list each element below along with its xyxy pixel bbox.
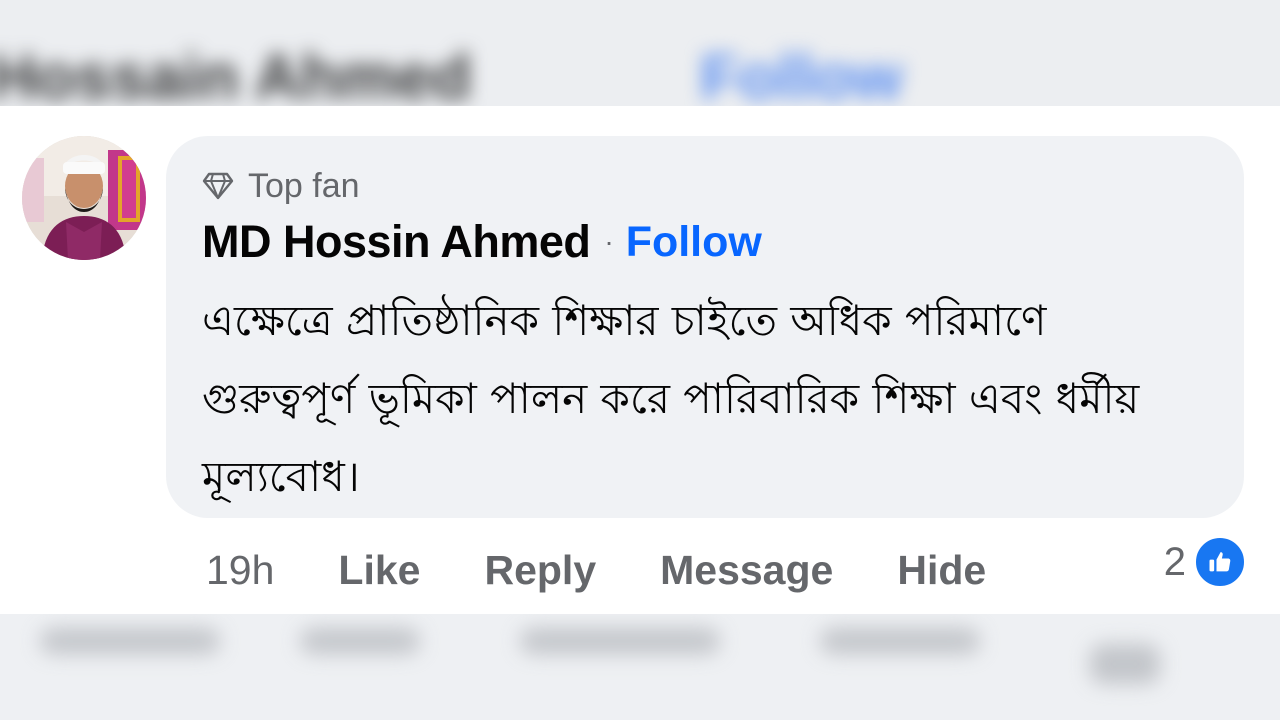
follow-button[interactable]: Follow: [626, 216, 762, 268]
top-fan-badge: Top fan: [202, 168, 360, 204]
thumbs-up-icon: [1194, 536, 1246, 588]
author-name[interactable]: MD Hossin Ahmed: [202, 216, 591, 268]
hide-button[interactable]: Hide: [897, 542, 986, 598]
blurred-previous-comment-header: Hossain Ahmed Follow: [0, 0, 1280, 106]
message-button[interactable]: Message: [660, 542, 833, 598]
like-button[interactable]: Like: [338, 542, 420, 598]
top-fan-label: Top fan: [248, 167, 360, 205]
comment-text: এক্ষেত্রে প্রাতিষ্ঠানিক শিক্ষার চাইতে অধ…: [202, 296, 1140, 501]
avatar-image: [22, 136, 146, 260]
dot-separator: ·: [604, 226, 614, 257]
comment-bubble: Top fan MD Hossin Ahmed · Follow এক্ষেত্…: [166, 136, 1244, 518]
blurred-follow-link: Follow: [700, 41, 903, 106]
avatar[interactable]: [22, 136, 146, 260]
reply-button[interactable]: Reply: [484, 542, 596, 598]
reaction-count: 2: [1163, 540, 1186, 584]
comment-timestamp[interactable]: 19h: [206, 542, 274, 598]
screenshot-stage: Hossain Ahmed Follow Top fan MD Hossin A…: [0, 0, 1280, 720]
diamond-icon: [202, 172, 234, 200]
comment-actions: 19h Like Reply Message Hide: [206, 542, 1050, 598]
reaction-summary[interactable]: 2: [1164, 536, 1246, 588]
author-row: MD Hossin Ahmed · Follow: [202, 216, 762, 268]
comment-panel: Top fan MD Hossin Ahmed · Follow এক্ষেত্…: [0, 106, 1280, 614]
blurred-next-comment: [0, 614, 1280, 720]
blurred-author-name: Hossain Ahmed: [0, 41, 472, 106]
